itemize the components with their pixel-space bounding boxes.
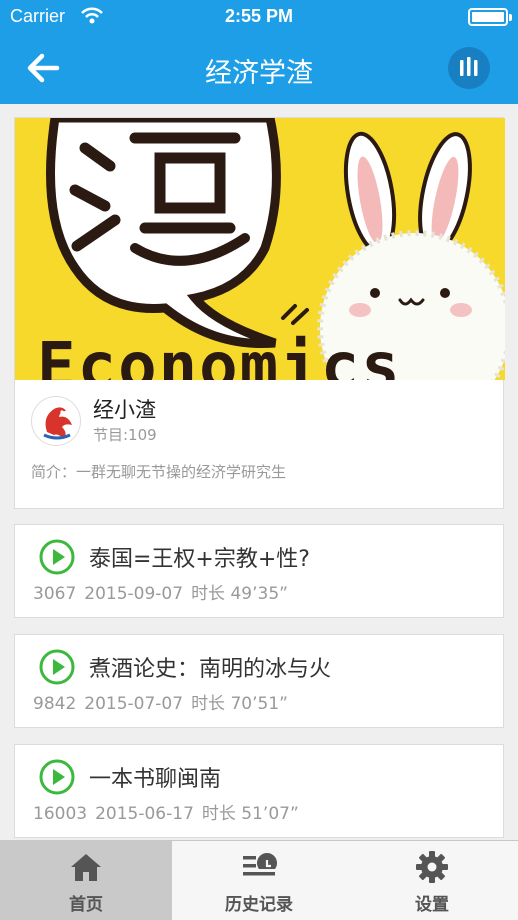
episode-title: 泰国=王权+宗教+性? bbox=[89, 547, 310, 572]
podcast-banner: Economics bbox=[15, 118, 505, 380]
episode-date: 2015-09-07 bbox=[84, 584, 184, 604]
episode-title: 煮酒论史：南明的冰与火 bbox=[89, 657, 332, 682]
clock: 2:55 PM bbox=[224, 6, 294, 26]
episode-duration: 时长 70’51” bbox=[191, 694, 288, 714]
play-count: 16003 bbox=[33, 804, 88, 824]
podcast-card[interactable]: Economics 经小渣 节目:109 简介：一群无聊无节操的经济学研究生 bbox=[14, 117, 505, 510]
play-count: 3067 bbox=[33, 584, 77, 604]
gear-icon bbox=[416, 851, 448, 883]
episode-duration: 时长 49’35” bbox=[191, 584, 288, 604]
tab-home[interactable]: 首页 bbox=[0, 841, 172, 920]
banner-text: Economics bbox=[37, 330, 402, 380]
play-icon[interactable] bbox=[39, 759, 75, 795]
status-bar: Carrier 2:55 PM bbox=[0, 0, 518, 34]
episode-count: 节目:109 bbox=[93, 426, 157, 444]
tab-label: 首页 bbox=[69, 895, 103, 915]
podcast-name: 经小渣 bbox=[93, 398, 156, 422]
podcast-info: 经小渣 节目:109 简介：一群无聊无节操的经济学研究生 bbox=[15, 380, 505, 510]
episode-meta: 16003 2015-06-17 时长 51’07” bbox=[33, 799, 307, 824]
podcast-description: 简介：一群无聊无节操的经济学研究生 bbox=[31, 463, 287, 481]
home-icon bbox=[71, 854, 101, 881]
episode-item[interactable]: 一本书聊闽南 16003 2015-06-17 时长 51’07” bbox=[14, 744, 504, 838]
episode-item[interactable]: 煮酒论史：南明的冰与火 9842 2015-07-07 时长 70’51” bbox=[14, 634, 504, 728]
episode-date: 2015-06-17 bbox=[95, 804, 194, 824]
phoenix-logo-icon bbox=[43, 407, 72, 440]
equalizer-icon bbox=[460, 57, 478, 76]
episode-duration: 时长 51’07” bbox=[201, 804, 299, 824]
play-count: 9842 bbox=[33, 694, 77, 714]
episode-title: 一本书聊闽南 bbox=[89, 767, 222, 792]
battery-icon bbox=[468, 8, 512, 26]
play-icon[interactable] bbox=[39, 649, 75, 685]
avatar bbox=[31, 396, 81, 446]
episode-meta: 3067 2015-09-07 时长 49’35” bbox=[33, 579, 296, 604]
episode-meta: 9842 2015-07-07 时长 70’51” bbox=[33, 689, 296, 714]
episode-item[interactable]: 泰国=王权+宗教+性? 3067 2015-09-07 时长 49’35” bbox=[14, 524, 504, 618]
tab-label: 历史记录 bbox=[225, 895, 293, 915]
episode-date: 2015-07-07 bbox=[84, 694, 184, 714]
tab-label: 设置 bbox=[415, 895, 449, 915]
now-playing-button[interactable] bbox=[448, 47, 490, 89]
tab-settings[interactable]: 设置 bbox=[346, 841, 518, 920]
history-icon bbox=[243, 853, 277, 876]
tab-bar: 首页 历史记录 设置 bbox=[0, 840, 518, 920]
nav-bar: 经济学渣 bbox=[0, 34, 518, 104]
tab-history[interactable]: 历史记录 bbox=[172, 841, 346, 920]
play-icon[interactable] bbox=[39, 539, 75, 575]
page-title: 经济学渣 bbox=[205, 58, 313, 89]
